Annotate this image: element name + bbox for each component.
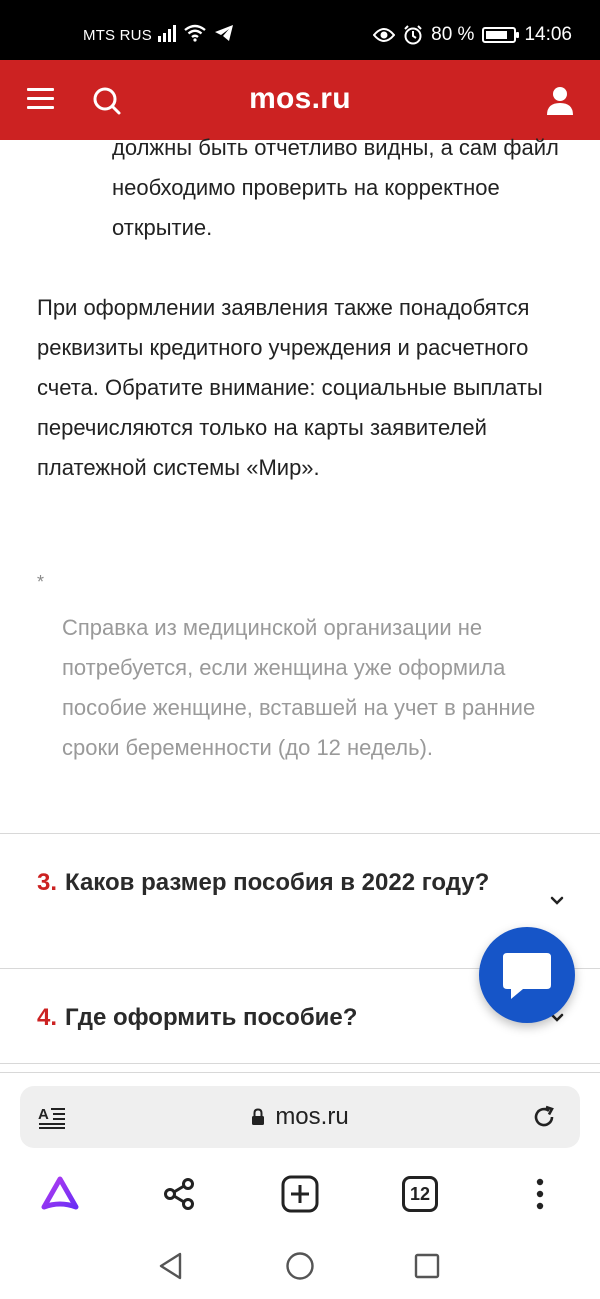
share-icon [164, 1178, 194, 1210]
status-bar: MTS RUS 80 % 14:06 [0, 0, 600, 60]
accordion-number: 4. [37, 1004, 58, 1031]
home-icon[interactable] [285, 1251, 315, 1281]
browser-toolbar: 12 [0, 1172, 600, 1216]
more-button[interactable] [518, 1172, 562, 1216]
recents-icon[interactable] [414, 1253, 440, 1279]
clock: 14:06 [524, 24, 572, 45]
tabs-icon: 12 [402, 1176, 438, 1212]
wifi-icon [184, 24, 206, 42]
url-text[interactable]: mos.ru [275, 1103, 348, 1130]
system-nav-bar [0, 1226, 600, 1299]
eye-icon [373, 28, 396, 42]
chat-icon [503, 953, 551, 999]
accordion-title: Каков размер пособия в 2022 году? [65, 869, 490, 896]
alice-icon [41, 1176, 79, 1210]
more-icon [536, 1178, 544, 1210]
note-marker: * [37, 572, 45, 592]
carrier-label: MTS RUS [83, 27, 152, 44]
chevron-down-icon[interactable] [550, 896, 564, 906]
tabs-button[interactable]: 12 [398, 1172, 442, 1216]
new-tab-button[interactable] [278, 1172, 322, 1216]
accordion-number: 3. [37, 869, 58, 896]
signal-icon [158, 24, 176, 42]
share-button[interactable] [157, 1172, 201, 1216]
divider [0, 833, 600, 834]
user-icon[interactable] [546, 86, 574, 116]
alarm-icon [404, 25, 422, 45]
site-logo[interactable]: mos.ru [0, 82, 600, 116]
telegram-icon [215, 25, 233, 41]
accordion-title: Где оформить пособие? [65, 1004, 358, 1031]
accordion-item-4[interactable]: 4. Где оформить пособие? [37, 998, 497, 1038]
chrome-top-border [0, 1072, 600, 1073]
back-icon[interactable] [158, 1252, 184, 1280]
divider [0, 1063, 600, 1064]
address-bar[interactable]: A mos.ru [20, 1086, 580, 1148]
battery-icon [482, 27, 520, 43]
lock-icon [252, 1108, 265, 1125]
alice-button[interactable] [38, 1172, 82, 1216]
browser-chrome: A mos.ru 12 [0, 1072, 600, 1226]
note-text: Справка из медицинской организации не по… [62, 615, 536, 760]
tab-count: 12 [409, 1183, 431, 1204]
battery-percent: 80 % [431, 24, 475, 45]
article-paragraph: При оформлении заявления также понадобят… [37, 295, 543, 480]
reload-icon[interactable] [532, 1105, 556, 1129]
list-item-text: должны быть отчетливо видны, а сам файл … [112, 135, 559, 240]
chat-button[interactable] [479, 927, 575, 1023]
new-tab-icon [281, 1175, 319, 1213]
accordion-item-3[interactable]: 3. Каков размер пособия в 2022 году? [37, 863, 497, 903]
